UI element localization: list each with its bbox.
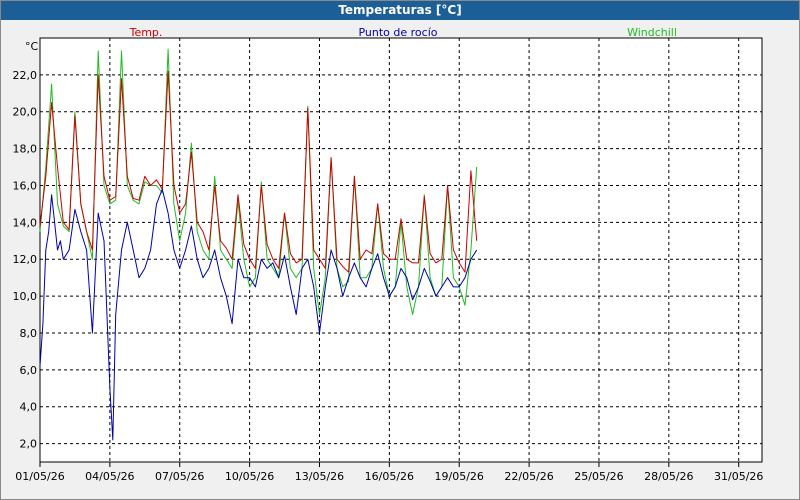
plot-area (39, 37, 763, 463)
y-tick-label: 6,0 (20, 364, 38, 377)
x-tick-label: 22/05/26 (504, 470, 553, 483)
temperature-chart: 2,0 4,0 6,0 8,0 10,0 12,0 14,0 16,0 18,0 20,0 22,0… (13, 26, 764, 483)
y-tick-label: 10,0 (13, 290, 38, 303)
y-tick-label: 2,0 (20, 438, 38, 451)
x-tick-label: 13/05/26 (295, 470, 344, 483)
x-tick-label: 16/05/26 (365, 470, 414, 483)
x-tick-label: 31/05/26 (714, 470, 763, 483)
legend-temp: Temp. (129, 26, 163, 39)
x-tick-label: 07/05/26 (155, 470, 204, 483)
y-tick-label: 14,0 (13, 216, 38, 229)
y-tick-label: 18,0 (13, 143, 38, 156)
x-tick-label: 04/05/26 (85, 470, 134, 483)
y-tick-label: 8,0 (20, 327, 38, 340)
y-tick-label: 20,0 (13, 106, 38, 119)
x-tick-label: 10/05/26 (225, 470, 274, 483)
legend-windchill: Windchill (627, 26, 677, 39)
y-tick-label: 16,0 (13, 179, 38, 192)
y-unit-label: °C (25, 40, 39, 53)
legend-dew-point: Punto de rocío (358, 26, 437, 39)
x-tick-label: 01/05/26 (15, 470, 64, 483)
y-tick-label: 4,0 (20, 401, 38, 414)
x-tick-label: 28/05/26 (644, 470, 693, 483)
x-tick-label: 25/05/26 (574, 470, 623, 483)
x-tick-label: 19/05/26 (435, 470, 484, 483)
y-tick-label: 22,0 (13, 69, 38, 82)
y-tick-label: 12,0 (13, 253, 38, 266)
